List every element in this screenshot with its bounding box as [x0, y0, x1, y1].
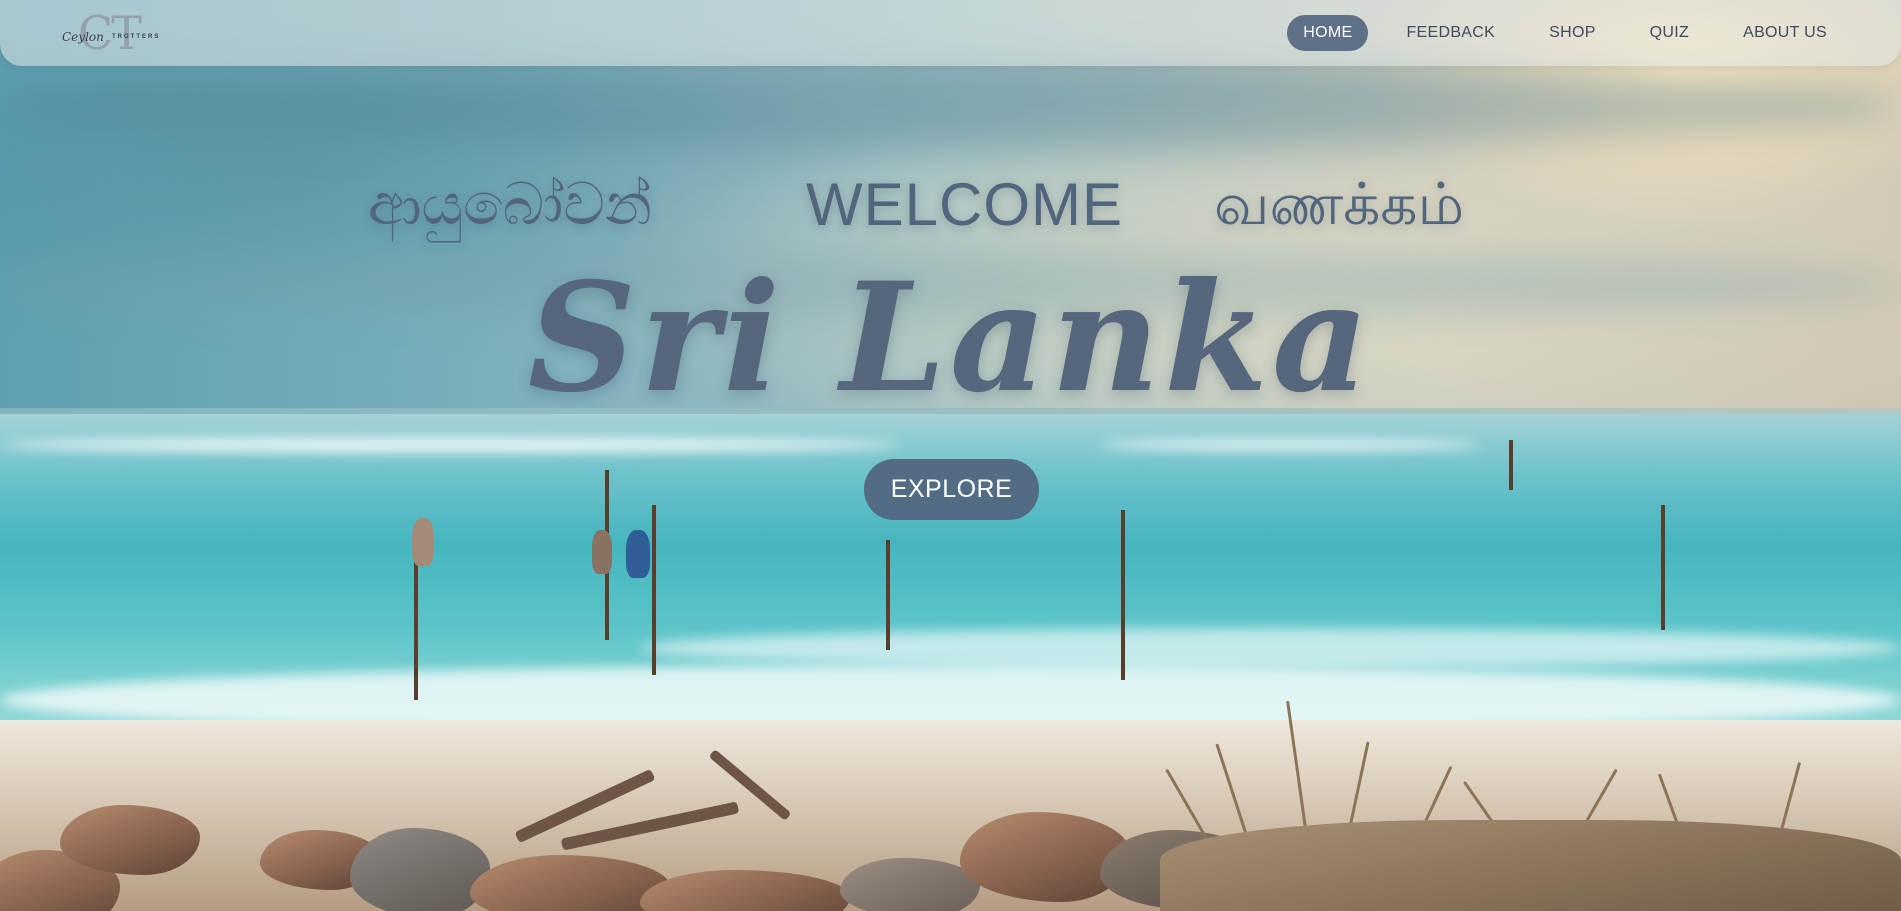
logo-wordmark: TROTTERS: [112, 34, 161, 40]
nav-feedback[interactable]: FEEDBACK: [1390, 15, 1511, 51]
greeting-english: WELCOME: [806, 171, 1124, 238]
hero-title: Sri Lanka: [527, 250, 1374, 426]
nav-about-us[interactable]: ABOUT US: [1727, 15, 1843, 51]
welcome-greetings: ආයුබෝවන් WELCOME வணக்கம்: [0, 170, 1901, 260]
greeting-tamil: வணக்கம்: [1214, 170, 1465, 238]
explore-button[interactable]: EXPLORE: [864, 459, 1039, 520]
site-logo[interactable]: CT Ceylon TROTTERS: [60, 6, 170, 60]
nav-shop[interactable]: SHOP: [1533, 15, 1612, 51]
nav-home[interactable]: HOME: [1287, 15, 1369, 51]
nav-quiz[interactable]: QUIZ: [1634, 15, 1705, 51]
greeting-sinhala: ආයුබෝවන්: [368, 170, 653, 238]
top-navbar: CT Ceylon TROTTERS HOME FEEDBACK SHOP QU…: [0, 0, 1901, 66]
landing-page: CT Ceylon TROTTERS HOME FEEDBACK SHOP QU…: [0, 0, 1901, 911]
main-nav: HOME FEEDBACK SHOP QUIZ ABOUT US: [1287, 14, 1843, 52]
logo-script-text: Ceylon: [62, 30, 104, 44]
